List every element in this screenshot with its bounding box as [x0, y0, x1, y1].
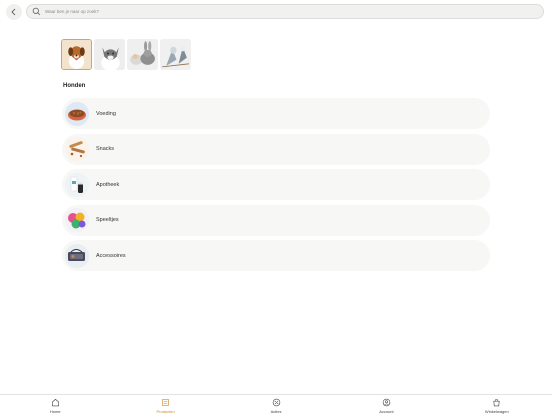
toys-icon: [65, 208, 89, 232]
section-title: Honden: [63, 83, 86, 89]
pharmacy-icon: [65, 172, 89, 197]
nav-home[interactable]: Home: [0, 395, 110, 414]
nav-winkelwagen[interactable]: Winkelwagen: [442, 395, 552, 414]
search-input[interactable]: [45, 9, 445, 14]
pet-tab-vogels[interactable]: [160, 39, 191, 70]
home-icon: [51, 398, 59, 407]
nav-acties[interactable]: Acties: [221, 395, 331, 414]
category-label: Speeltjes: [96, 217, 119, 223]
category-label: Apotheek: [96, 181, 120, 188]
food-bowl-icon: [65, 101, 89, 126]
nav-account[interactable]: Account: [331, 395, 441, 414]
nav-producten[interactable]: Producten: [110, 395, 220, 414]
back-button[interactable]: [6, 4, 22, 20]
category-item-speeltjes[interactable]: Speeltjes: [62, 204, 490, 236]
bottom-nav: Home Producten Acties Account Winkelwage…: [0, 394, 552, 414]
percent-icon: [272, 398, 280, 407]
rabbit-photo-icon: [127, 39, 158, 70]
search-bar[interactable]: [26, 4, 544, 19]
cat-photo-icon: [94, 39, 125, 70]
nav-label: Acties: [270, 409, 282, 414]
cart-icon: [493, 398, 500, 407]
snacks-icon: [65, 137, 89, 161]
nav-label: Account: [379, 409, 394, 414]
pet-tab-katten[interactable]: [94, 39, 125, 70]
search-icon: [32, 7, 41, 16]
category-item-apotheek[interactable]: Apotheek: [62, 169, 490, 200]
category-item-accessoires[interactable]: Accessoires: [62, 240, 490, 271]
products-icon: [162, 399, 170, 406]
bird-photo-icon: [160, 39, 191, 70]
pet-tab-knaagdieren[interactable]: [127, 39, 158, 70]
category-item-voeding[interactable]: Voeding: [62, 98, 490, 129]
pet-tab-honden[interactable]: [61, 39, 92, 70]
accessories-icon: [65, 243, 89, 268]
category-list: Voeding Snacks Apotheek Speeltjes Access…: [62, 98, 490, 276]
account-icon: [382, 398, 391, 407]
category-label: Voeding: [96, 110, 116, 117]
category-item-snacks[interactable]: Snacks: [62, 133, 490, 165]
nav-label: Winkelwagen: [484, 409, 509, 414]
chevron-left-icon: [11, 8, 16, 16]
category-label: Accessoires: [96, 252, 126, 259]
category-label: Snacks: [96, 146, 115, 152]
nav-label: Producten: [156, 409, 175, 414]
pet-selector: [61, 39, 191, 70]
top-bar: [0, 0, 552, 24]
nav-label: Home: [49, 409, 61, 414]
dog-photo-icon: [62, 40, 91, 69]
